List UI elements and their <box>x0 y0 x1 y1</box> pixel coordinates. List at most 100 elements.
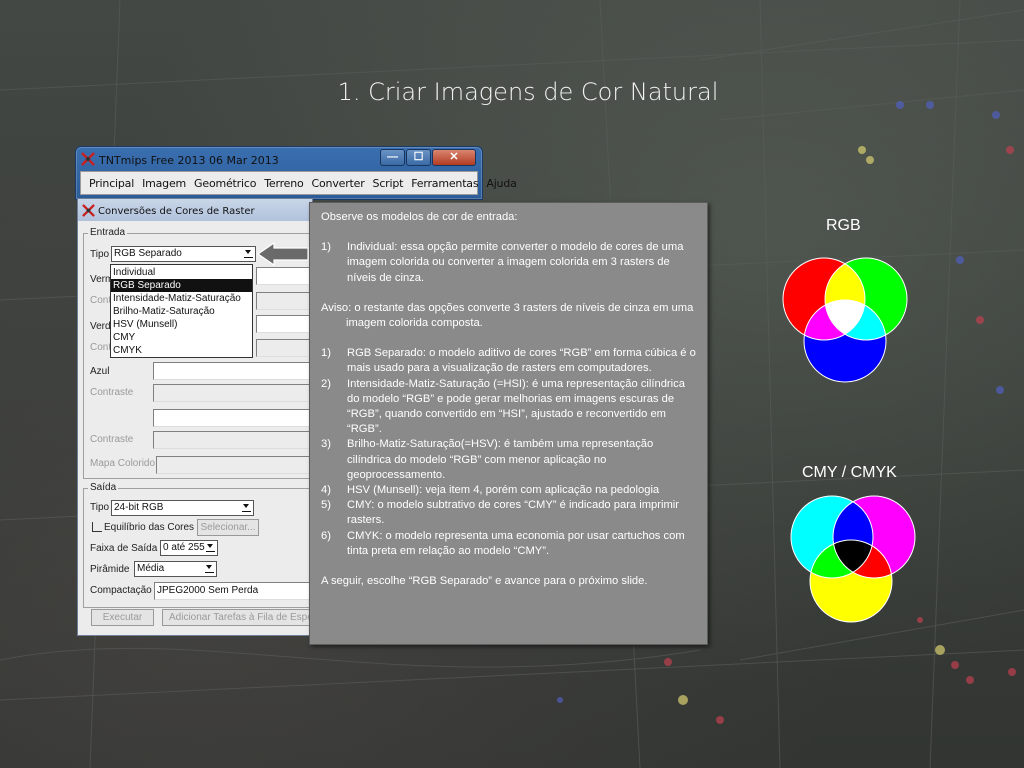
type-dropdown-list: Individual RGB Separado Intensidade-Mati… <box>110 264 253 358</box>
main-window: TNTmips Free 2013 06 Mar 2013 — ☐ ✕ Prin… <box>75 146 517 200</box>
maximize-button[interactable]: ☐ <box>406 149 431 166</box>
minimize-button[interactable]: — <box>380 149 405 166</box>
type-option-cmyk[interactable]: CMYK <box>111 344 252 357</box>
cmy-caption: CMY / CMYK <box>802 464 897 481</box>
item-number: 4) <box>321 484 331 497</box>
type-option-hsv-munsell[interactable]: HSV (Munsell) <box>111 318 252 331</box>
output-type-label: Tipo <box>90 502 110 513</box>
note-intro: Observe os modelos de cor de entrada: <box>321 211 518 223</box>
piramide-select[interactable]: Média <box>134 561 217 577</box>
extra-contrast-field[interactable] <box>153 431 312 449</box>
note-item: 4) HSV (Munsell): veja item 4, porém com … <box>321 483 699 498</box>
type-option-hsi[interactable]: Intensidade-Matiz-Saturação <box>111 292 252 305</box>
note-item: 6) CMYK: o modelo representa uma economia… <box>321 529 699 559</box>
item-number: 2) <box>321 377 331 390</box>
tntmips-app-icon <box>81 152 95 166</box>
note-item-individual: 1) Individual: essa opção permite convert… <box>321 240 699 286</box>
dialog-title-bar: Conversões de Cores de Raster <box>78 199 312 221</box>
chevron-down-icon[interactable] <box>206 543 215 552</box>
item-number: 1) <box>321 347 331 360</box>
blue-raster-field[interactable] <box>153 362 312 380</box>
item-text: Brilho-Matiz-Saturação(=HSV): é também u… <box>347 438 654 481</box>
window-controls: — ☐ ✕ <box>379 149 476 166</box>
chevron-down-icon[interactable] <box>205 564 214 573</box>
item-text: Individual: essa opção permite converter… <box>347 241 684 284</box>
rgb-caption: RGB <box>826 217 861 234</box>
azul-label: Azul <box>90 366 110 377</box>
item-text: Intensidade-Matiz-Saturação (=HSI): é um… <box>347 377 685 436</box>
note-item: 1) RGB Separado: o modelo aditivo de core… <box>321 346 699 376</box>
selecionar-button[interactable]: Selecionar... <box>197 519 259 536</box>
pointer-arrow-icon <box>256 241 309 267</box>
type-option-individual[interactable]: Individual <box>111 266 252 279</box>
verd-label: Verd <box>90 321 111 332</box>
explanation-box: Observe os modelos de cor de entrada: 1)… <box>309 202 708 645</box>
color-map-field[interactable] <box>156 456 312 474</box>
menu-script[interactable]: Script <box>369 177 408 190</box>
input-group-label: Entrada <box>88 227 128 238</box>
menu-ajuda[interactable]: Ajuda <box>482 177 520 190</box>
output-group-label: Saída <box>88 482 119 493</box>
type-select-value: RGB Separado <box>114 248 182 259</box>
chevron-down-icon[interactable] <box>242 503 251 512</box>
type-option-cmy[interactable]: CMY <box>111 331 252 344</box>
piramide-label: Pirâmide <box>90 564 130 575</box>
green-contrast-field[interactable] <box>256 339 312 357</box>
note-aviso: Aviso: o restante das opções converte 3 … <box>321 301 694 330</box>
green-raster-field[interactable] <box>256 315 312 333</box>
type-option-hsv[interactable]: Brilho-Matiz-Saturação <box>111 305 252 318</box>
menu-converter[interactable]: Converter <box>308 177 369 190</box>
item-text: RGB Separado: o modelo aditivo de cores … <box>347 347 696 375</box>
chevron-down-icon[interactable] <box>244 249 253 258</box>
blue-contrast-field[interactable] <box>153 384 312 402</box>
type-option-rgb-separado[interactable]: RGB Separado <box>111 279 252 292</box>
contraste-label-blue: Contraste <box>90 387 134 398</box>
alpha-raster-field[interactable] <box>153 409 312 427</box>
menu-terreno[interactable]: Terreno <box>260 177 307 190</box>
main-window-title: TNTmips Free 2013 06 Mar 2013 <box>99 154 279 167</box>
note-footer: A seguir, escolhe “RGB Separado” e avanc… <box>321 575 648 588</box>
note-item: 3) Brilho-Matiz-Saturação(=HSV): é também… <box>321 437 699 483</box>
type-label: Tipo <box>90 249 110 260</box>
red-contrast-field[interactable] <box>256 292 312 310</box>
item-text: HSV (Munsell): veja item 4, porém com ap… <box>347 484 660 497</box>
item-number: 6) <box>321 529 331 542</box>
equilibrio-checkbox[interactable] <box>92 522 102 532</box>
cmy-subtractive-diagram <box>790 495 916 623</box>
slide-title: 1. Criar Imagens de Cor Natural <box>337 78 719 106</box>
dialog-title: Conversões de Cores de Raster <box>98 206 255 217</box>
compactacao-field[interactable]: JPEG2000 Sem Perda <box>154 582 312 600</box>
item-number: 1) <box>321 241 331 254</box>
item-number: 3) <box>321 438 331 451</box>
output-type-value: 24-bit RGB <box>114 502 164 513</box>
note-item: 2) Intensidade-Matiz-Saturação (=HSI): é … <box>321 377 699 438</box>
rgb-additive-diagram <box>782 257 908 383</box>
menu-imagem[interactable]: Imagem <box>138 177 190 190</box>
equilibrio-label: Equilíbrio das Cores <box>104 522 195 533</box>
close-button[interactable]: ✕ <box>432 149 476 166</box>
contraste-label-extra: Contraste <box>90 434 134 445</box>
item-number: 5) <box>321 499 331 512</box>
type-select[interactable]: RGB Separado <box>111 246 256 262</box>
menu-ferramentas[interactable]: Ferramentas <box>407 177 482 190</box>
output-type-select[interactable]: 24-bit RGB <box>111 500 254 516</box>
menu-geometrico[interactable]: Geométrico <box>190 177 260 190</box>
piramide-select-value: Média <box>137 563 165 574</box>
faixa-select-value: 0 até 255 <box>163 542 205 553</box>
red-raster-field[interactable] <box>256 267 312 285</box>
tntmips-dialog-icon <box>82 204 95 217</box>
faixa-label: Faixa de Saída <box>90 543 158 554</box>
menu-principal[interactable]: Principal <box>85 177 138 190</box>
item-text: CMY: o modelo subtrativo de cores “CMY” … <box>347 499 680 527</box>
mapa-colorido-label: Mapa Colorido <box>90 458 156 469</box>
note-item: 5) CMY: o modelo subtrativo de cores “CMY… <box>321 498 699 528</box>
faixa-select[interactable]: 0 até 255 <box>160 540 218 556</box>
adicionar-tarefas-button[interactable]: Adicionar Tarefas à Fila de Espe <box>162 609 312 626</box>
menu-bar: Principal Imagem Geométrico Terreno Conv… <box>80 171 517 195</box>
item-text: CMYK: o modelo representa uma economia p… <box>347 529 685 557</box>
executar-button[interactable]: Executar <box>91 609 154 626</box>
compactacao-label: Compactação <box>90 585 152 596</box>
